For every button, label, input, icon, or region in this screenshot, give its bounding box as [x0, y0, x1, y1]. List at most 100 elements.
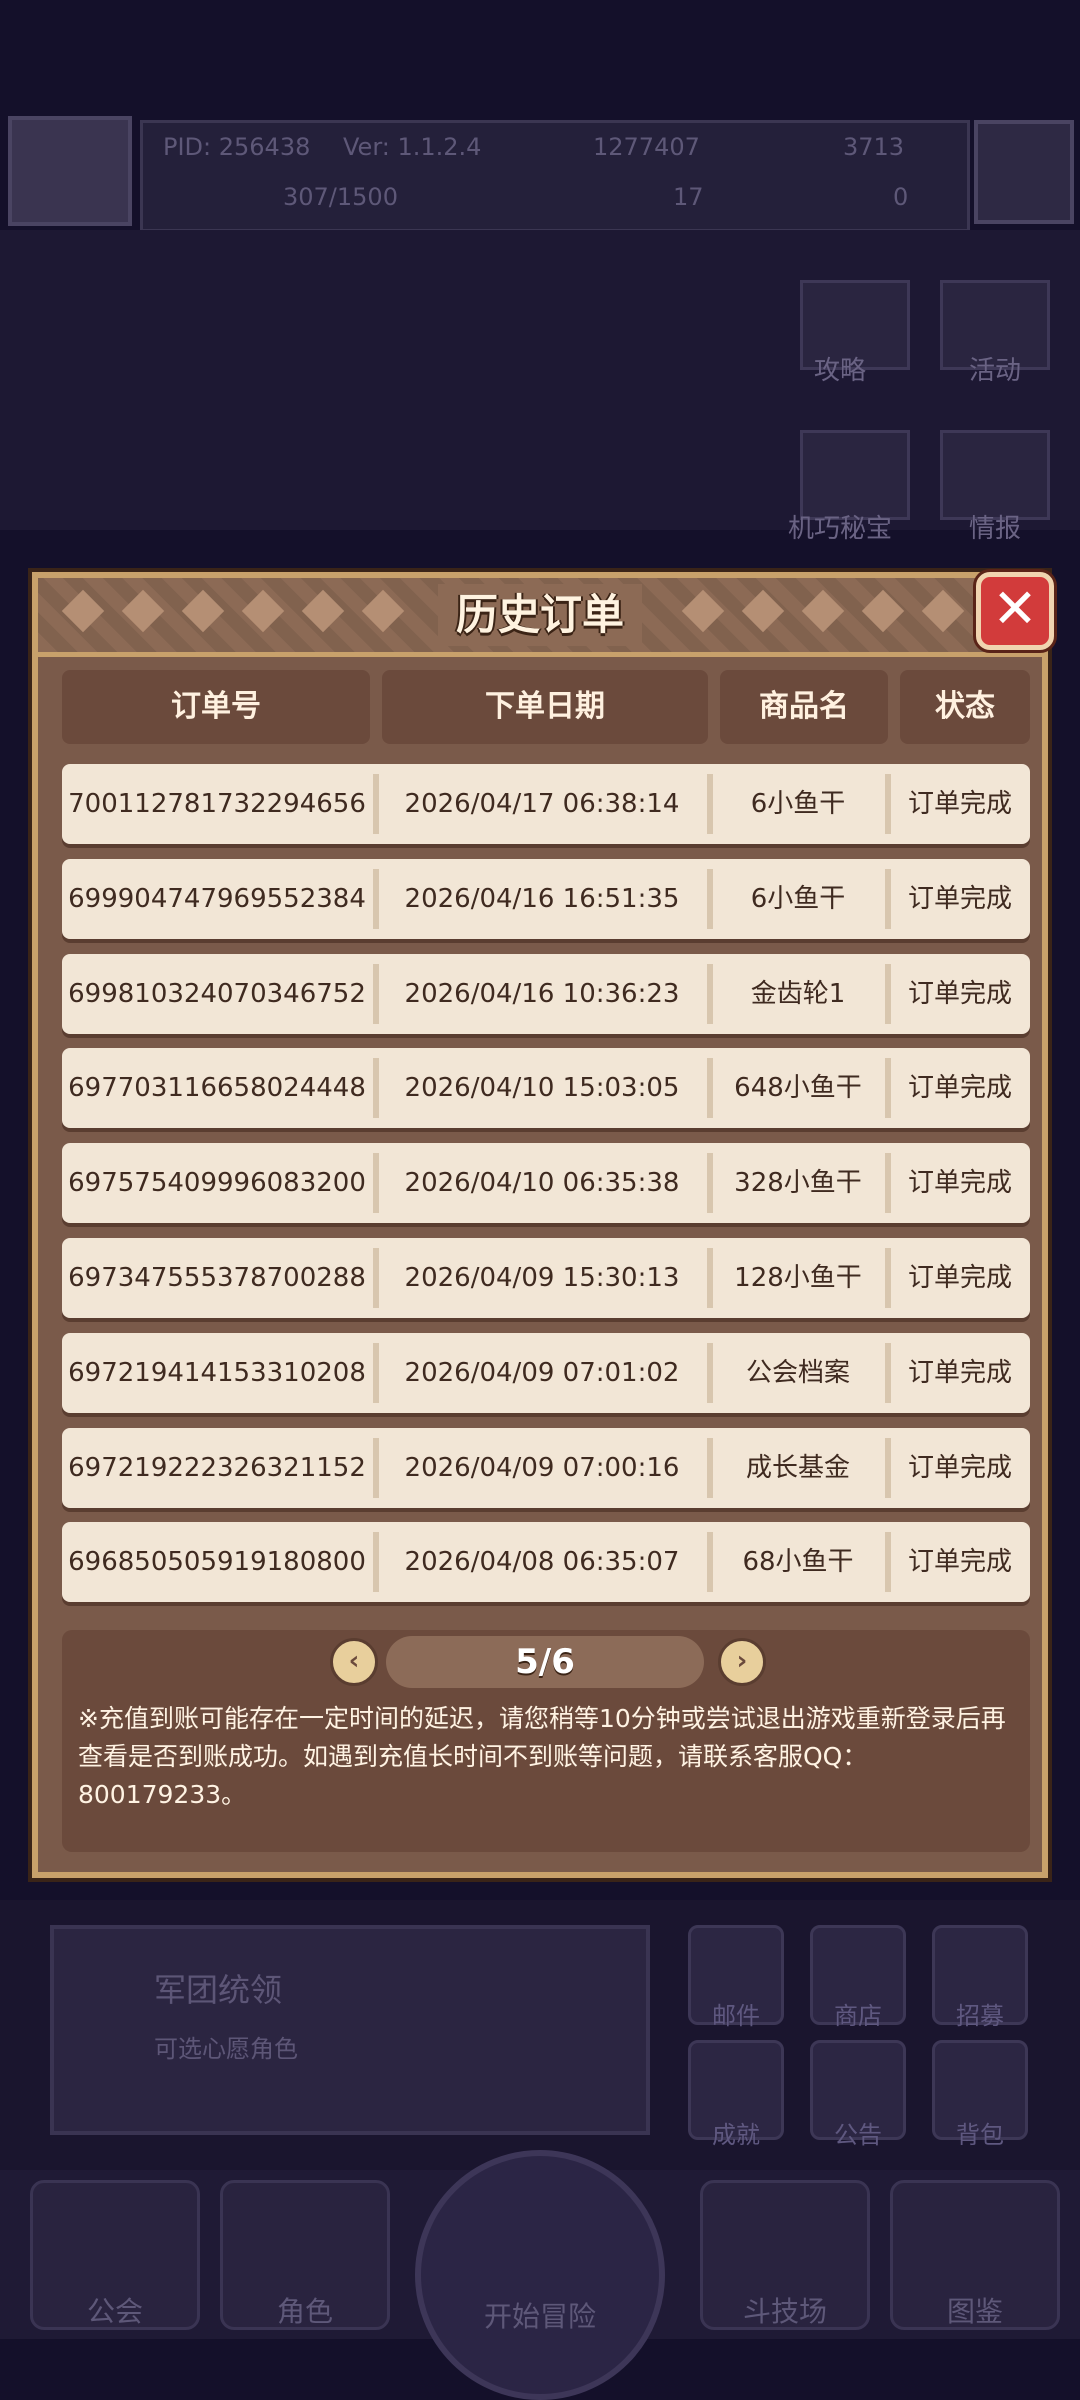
footer-panel: ‹ 5/6 › ※充值到账可能存在一定时间的延迟，请您稍等10分钟或尝试退出游戏… [62, 1630, 1030, 1852]
order-date-cell: 2026/04/16 10:36:23 [404, 978, 680, 1009]
cell-divider [373, 1532, 379, 1593]
dialog-header: 历史订单 [38, 578, 1042, 657]
order-status-cell: 订单完成 [907, 789, 1012, 819]
col-header-order-id: 订单号 [62, 670, 370, 744]
cell-divider [885, 1532, 891, 1593]
cell-divider [373, 1153, 379, 1214]
order-id-cell: 700112781732294656 [68, 789, 366, 819]
recharge-notice: ※充值到账可能存在一定时间的延迟，请您稍等10分钟或尝试退出游戏重新登录后再查看… [78, 1704, 1006, 1809]
item-name-cell: 公会档案 [745, 1357, 850, 1388]
cell-divider [885, 1437, 891, 1498]
settings-gear-icon[interactable] [974, 120, 1074, 224]
ticket-count: 0 [893, 183, 909, 211]
key-count: 17 [673, 183, 704, 211]
item-name-cell: 128小鱼干 [734, 1263, 862, 1293]
order-date-cell: 2026/04/16 16:51:35 [404, 883, 680, 914]
order-status-cell: 订单完成 [907, 978, 1012, 1009]
treasure-label: 机巧秘宝 [787, 514, 892, 544]
event-label: 活动 [968, 356, 1021, 386]
top-status-bar: PID: 256438 Ver: 1.1.2.4 1277407 3713 30… [0, 110, 1080, 232]
close-icon[interactable]: ✕ [976, 572, 1054, 650]
order-id-cell: 697347555378700288 [68, 1263, 366, 1293]
order-id-cell: 696850505919180800 [68, 1547, 366, 1578]
pid-text: PID: 256438 [163, 133, 311, 161]
cell-divider [707, 963, 713, 1024]
cell-divider [707, 1153, 713, 1214]
cell-divider [707, 1248, 713, 1308]
cell-divider [707, 1532, 713, 1593]
cell-divider [707, 1437, 713, 1498]
intel-label: 情报 [968, 514, 1021, 544]
page-indicator: 5/6 [386, 1636, 704, 1688]
recruit-label: 招募 [956, 2002, 1004, 2030]
cell-divider [885, 1058, 891, 1119]
avatar[interactable] [8, 116, 132, 226]
legion-banner[interactable]: 军团统领 可选心愿角色 [50, 1925, 650, 2135]
start-adventure-label: 开始冒险 [483, 2300, 596, 2333]
table-row: 696850505919180800 2026/04/08 06:35:07 68小… [62, 1522, 1030, 1603]
order-id-cell: 697575409996083200 [68, 1168, 366, 1199]
cell-divider [373, 868, 379, 929]
item-name-cell: 648小鱼干 [734, 1073, 862, 1104]
cell-divider [885, 1248, 891, 1308]
order-history-dialog: 历史订单 ✕ 订单号 下单日期 商品名 状态 70011278173229465… [32, 572, 1054, 1878]
order-status-cell: 订单完成 [907, 1357, 1012, 1388]
order-status-cell: 订单完成 [907, 883, 1012, 914]
cell-divider [373, 1342, 379, 1403]
cell-divider [707, 1058, 713, 1119]
dialog-title: 历史订单 [455, 590, 624, 639]
bag-label: 背包 [956, 2121, 1004, 2149]
shop-label: 商店 [834, 2002, 882, 2030]
item-name-cell: 成长基金 [745, 1452, 850, 1483]
order-id-cell: 699904747969552384 [68, 883, 366, 914]
room-scene [0, 230, 1080, 530]
cell-divider [373, 963, 379, 1024]
order-status-cell: 订单完成 [907, 1168, 1012, 1199]
order-status-cell: 订单完成 [907, 1263, 1012, 1293]
order-date-cell: 2026/04/17 06:38:14 [404, 789, 680, 819]
order-date-cell: 2026/04/08 06:35:07 [404, 1547, 680, 1578]
table-row: 697575409996083200 2026/04/10 06:35:38 328… [62, 1143, 1030, 1224]
cell-divider [373, 1248, 379, 1308]
order-status-cell: 订单完成 [907, 1547, 1012, 1578]
item-name-cell: 6小鱼干 [750, 789, 846, 819]
order-date-cell: 2026/04/09 15:30:13 [404, 1263, 680, 1293]
col-header-status: 状态 [900, 670, 1030, 744]
prev-page-icon[interactable]: ‹ [330, 1638, 378, 1686]
cell-divider [373, 1058, 379, 1119]
item-name-cell: 6小鱼干 [750, 883, 846, 914]
order-date-cell: 2026/04/09 07:00:16 [404, 1452, 680, 1483]
nav-character-label: 角色 [276, 2295, 333, 2328]
order-id-cell: 697219222326321152 [68, 1452, 366, 1483]
cell-divider [373, 1437, 379, 1498]
col-header-date: 下单日期 [382, 670, 708, 744]
cell-divider [373, 774, 379, 834]
version-text: Ver: 1.1.2.4 [343, 133, 482, 161]
cell-divider [885, 868, 891, 929]
table-row: 697219414153310208 2026/04/09 07:01:02 公会档… [62, 1332, 1030, 1413]
gem-count: 3713 [843, 133, 905, 161]
table-row: 697703116658024448 2026/04/10 15:03:05 648… [62, 1048, 1030, 1129]
table-row: 699810324070346752 2026/04/16 10:36:23 金齿轮… [62, 953, 1030, 1034]
order-date-cell: 2026/04/09 07:01:02 [404, 1357, 680, 1388]
nav-arena-label: 斗技场 [742, 2295, 827, 2328]
order-date-cell: 2026/04/10 15:03:05 [404, 1073, 680, 1104]
order-id-cell: 697219414153310208 [68, 1357, 366, 1388]
energy-count: 307/1500 [283, 183, 398, 211]
intel-button[interactable] [940, 430, 1050, 520]
guide-label: 攻略 [813, 356, 866, 386]
legion-subtitle: 可选心愿角色 [154, 2035, 298, 2063]
cell-divider [885, 963, 891, 1024]
cell-divider [885, 1153, 891, 1214]
table-row: 700112781732294656 2026/04/17 06:38:14 6小鱼… [62, 764, 1030, 844]
next-page-icon[interactable]: › [718, 1638, 766, 1686]
treasure-button[interactable] [800, 430, 910, 520]
order-id-cell: 697703116658024448 [68, 1073, 366, 1104]
start-adventure-button[interactable] [415, 2150, 665, 2400]
order-date-cell: 2026/04/10 06:35:38 [404, 1168, 680, 1199]
achievement-label: 成就 [712, 2121, 760, 2149]
cell-divider [707, 774, 713, 834]
item-name-cell: 328小鱼干 [734, 1168, 862, 1199]
nav-codex-label: 图鉴 [946, 2295, 1003, 2328]
stat-panel: PID: 256438 Ver: 1.1.2.4 1277407 3713 30… [140, 120, 970, 232]
